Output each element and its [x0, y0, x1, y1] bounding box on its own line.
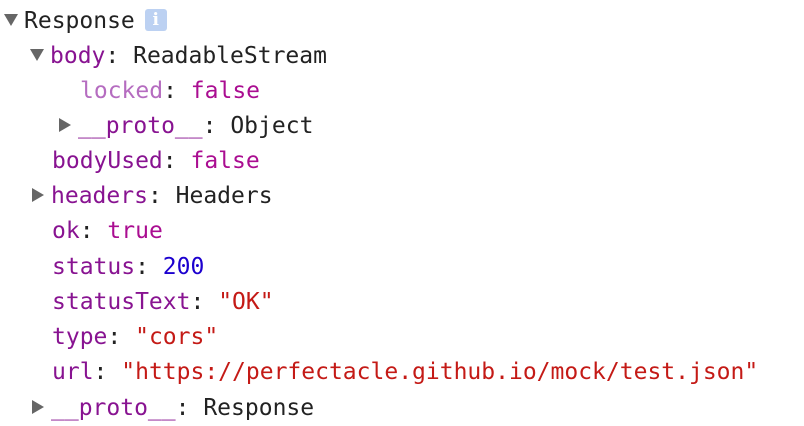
property-key-bodyused: bodyUsed	[52, 148, 163, 174]
url-row: url: "https://perfectacle.github.io/mock…	[52, 359, 759, 385]
property-value-bodyused: false	[190, 148, 260, 174]
property-value-body-proto: Object	[230, 113, 314, 139]
property-key-headers: headers	[51, 183, 148, 209]
property-key-response-proto: __proto__	[51, 395, 176, 421]
response-row[interactable]: Response i	[4, 5, 167, 37]
ok-row: ok: true	[52, 218, 163, 244]
property-key-ok: ok	[52, 218, 80, 244]
collapse-triangle-right-icon[interactable]	[32, 399, 44, 414]
body-proto-row[interactable]: __proto__: Object	[58, 110, 313, 142]
property-value-body: ReadableStream	[133, 43, 327, 69]
response-label: Response	[24, 8, 135, 34]
property-value-response-proto: Response	[203, 395, 315, 421]
property-value-type: "cors"	[135, 324, 219, 350]
collapse-triangle-right-icon[interactable]	[32, 187, 44, 202]
property-value-ok: true	[107, 218, 163, 244]
headers-row[interactable]: headers: Headers	[31, 180, 273, 212]
property-key-locked: locked	[80, 78, 164, 104]
property-key-body-proto: __proto__	[78, 113, 203, 139]
info-icon[interactable]: i	[144, 8, 167, 31]
statustext-row: statusText: "OK"	[52, 289, 274, 315]
body-row[interactable]: body: ReadableStream	[30, 40, 327, 72]
property-key-status: status	[52, 254, 136, 280]
property-value-headers: Headers	[175, 183, 273, 209]
property-value-url[interactable]: "https://perfectacle.github.io/mock/test…	[121, 359, 758, 385]
locked-row: locked: false	[80, 78, 261, 104]
expand-triangle-down-icon[interactable]	[30, 48, 44, 61]
collapse-triangle-right-icon[interactable]	[59, 117, 71, 132]
property-key-type: type	[52, 324, 108, 350]
response-proto-row[interactable]: __proto__: Response	[31, 392, 314, 424]
property-key-url: url	[52, 359, 94, 385]
type-row: type: "cors"	[52, 324, 219, 350]
bodyused-row: bodyUsed: false	[52, 148, 260, 174]
property-value-statustext: "OK"	[218, 289, 274, 315]
property-value-locked: false	[190, 78, 261, 104]
status-row: status: 200	[52, 254, 205, 280]
property-key-body: body	[50, 43, 106, 69]
expand-triangle-down-icon[interactable]	[4, 13, 18, 26]
property-key-statustext: statusText	[52, 289, 191, 315]
property-value-status: 200	[162, 254, 205, 280]
